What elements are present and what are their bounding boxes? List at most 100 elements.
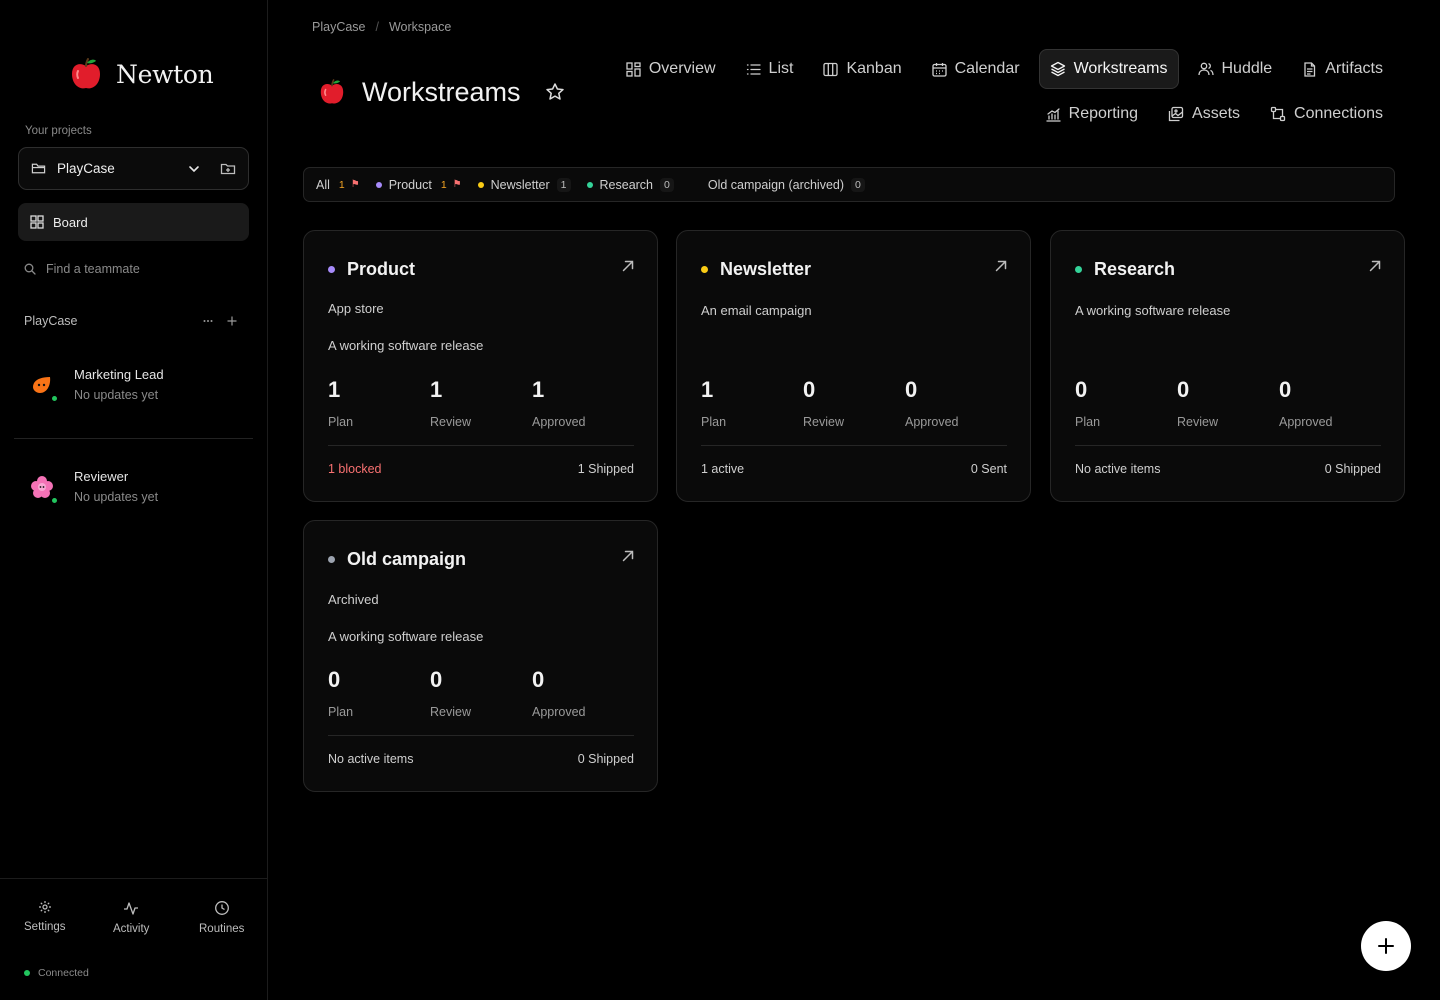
- tab-label: Artifacts: [1325, 60, 1383, 77]
- card-stats: 0 Plan 0 Review 0 Approved: [328, 667, 634, 719]
- star-icon[interactable]: [545, 82, 565, 102]
- workstream-card-research[interactable]: Research A working software release 0 Pla…: [1050, 230, 1405, 502]
- card-footer: 1 active 0 Sent: [701, 462, 1007, 476]
- tab-huddle[interactable]: Huddle: [1187, 49, 1284, 89]
- layers-icon: [1050, 61, 1066, 77]
- card-title: Research: [1075, 259, 1175, 280]
- stat-label: Approved: [905, 415, 959, 429]
- stat-approved: 0 Approved: [532, 667, 634, 719]
- stat-value: 1: [701, 377, 714, 402]
- add-workstream-button[interactable]: [1361, 921, 1411, 971]
- stat-value: 1: [532, 377, 545, 402]
- stat-label: Review: [430, 705, 471, 719]
- filter-chip-research[interactable]: Research 0: [586, 177, 680, 192]
- group-title: PlayCase: [24, 314, 78, 328]
- filter-chip-product[interactable]: Product 1 ⚑: [375, 178, 468, 192]
- tab-label: Workstreams: [1073, 60, 1168, 77]
- find-teammate-input[interactable]: Find a teammate: [24, 262, 140, 276]
- card-footer: No active items 0 Shipped: [1075, 462, 1381, 476]
- color-dot: [1075, 266, 1082, 273]
- open-arrow-icon[interactable]: [994, 259, 1008, 273]
- chevron-down-icon[interactable]: [187, 162, 201, 176]
- project-select[interactable]: PlayCase: [18, 147, 249, 190]
- card-divider: [701, 445, 1007, 446]
- new-folder-icon[interactable]: [220, 161, 236, 177]
- settings-button[interactable]: Settings: [24, 900, 66, 933]
- connection-status-dot: [24, 970, 30, 976]
- open-arrow-icon[interactable]: [1368, 259, 1382, 273]
- workstream-card-old-campaign[interactable]: Old campaign Archived A working software…: [303, 520, 658, 792]
- stat-label: Plan: [701, 415, 727, 429]
- filter-label: All: [316, 177, 330, 192]
- filter-chip-newsletter[interactable]: Newsletter 1: [477, 177, 577, 192]
- tab-artifacts[interactable]: Artifacts: [1291, 49, 1394, 89]
- sidebar-item-board[interactable]: Board: [18, 203, 249, 241]
- card-stats: 0 Plan 0 Review 0 Approved: [1075, 377, 1381, 429]
- more-icon[interactable]: [201, 314, 215, 328]
- stat-value: 0: [430, 667, 443, 692]
- card-description: An email campaign: [701, 303, 812, 318]
- teammate-item[interactable]: Reviewer No updates yet: [30, 469, 158, 504]
- tab-assets[interactable]: Assets: [1157, 94, 1251, 134]
- card-divider: [1075, 445, 1381, 446]
- filter-count: 0: [660, 177, 674, 192]
- tab-calendar[interactable]: Calendar: [921, 49, 1031, 89]
- add-teammate-icon[interactable]: [225, 314, 239, 328]
- tab-workstreams[interactable]: Workstreams: [1038, 49, 1179, 89]
- stat-plan: 1 Plan: [328, 377, 430, 429]
- color-dot: [375, 181, 382, 188]
- card-title: Newsletter: [701, 259, 811, 280]
- page-title-text: Workstreams: [362, 76, 521, 107]
- teammate-status: No updates yet: [74, 490, 159, 504]
- file-icon: [1302, 61, 1317, 77]
- filter-chip-all[interactable]: All 1 ⚑: [316, 178, 366, 192]
- kanban-icon: [823, 62, 839, 77]
- filter-label: Old campaign (archived): [707, 177, 845, 192]
- breadcrumb-item[interactable]: PlayCase: [312, 20, 366, 34]
- card-stats: 1 Plan 0 Review 0 Approved: [701, 377, 1007, 429]
- activity-icon: [123, 900, 139, 916]
- card-footer-left[interactable]: 1 blocked: [328, 462, 382, 476]
- breadcrumb-item[interactable]: Workspace: [389, 20, 451, 34]
- card-tag: Archived: [328, 592, 379, 607]
- stat-value: 0: [328, 667, 341, 692]
- stat-value: 0: [1177, 377, 1190, 402]
- connection-status-label: Connected: [38, 967, 89, 979]
- folder-icon: [31, 161, 46, 176]
- tab-list[interactable]: List: [735, 49, 805, 89]
- workstream-card-product[interactable]: Product App store A working software rel…: [303, 230, 658, 502]
- teammate-group-header: PlayCase: [24, 314, 239, 328]
- tab-connections[interactable]: Connections: [1259, 94, 1394, 134]
- brand-logo[interactable]: Newton: [66, 54, 214, 94]
- activity-button[interactable]: Activity: [113, 900, 149, 935]
- card-title: Product: [328, 259, 415, 280]
- tab-kanban[interactable]: Kanban: [812, 49, 912, 89]
- open-arrow-icon[interactable]: [621, 259, 635, 273]
- list-icon: [746, 62, 761, 77]
- stat-value: 0: [1075, 377, 1088, 402]
- filter-chip-old-campaign[interactable]: Old campaign (archived) 0: [707, 177, 871, 192]
- stat-approved: 0 Approved: [905, 377, 1007, 429]
- apple-icon: [316, 76, 348, 108]
- teammate-status: No updates yet: [74, 388, 159, 402]
- tab-label: Overview: [648, 60, 716, 77]
- tab-overview[interactable]: Overview: [615, 49, 727, 89]
- find-teammate-placeholder: Find a teammate: [46, 262, 140, 276]
- flag-icon: ⚑: [350, 179, 360, 190]
- routines-button[interactable]: Routines: [199, 900, 244, 935]
- stat-review: 0 Review: [430, 667, 532, 719]
- images-icon: [1168, 106, 1184, 122]
- sidebar-divider: [14, 438, 253, 439]
- breadcrumb-separator: /: [375, 20, 379, 34]
- avatar: [30, 373, 58, 402]
- flag-icon: ⚑: [452, 179, 462, 190]
- teammate-item[interactable]: Marketing Lead No updates yet: [30, 367, 164, 402]
- stat-label: Plan: [1075, 415, 1101, 429]
- view-tabs-row-2: Reporting Assets Connections: [1035, 94, 1394, 134]
- tab-reporting[interactable]: Reporting: [1035, 94, 1149, 134]
- search-icon: [24, 263, 36, 275]
- workstream-card-newsletter[interactable]: Newsletter An email campaign 1 Plan 0 Revi…: [676, 230, 1031, 502]
- card-description: A working software release: [328, 629, 484, 644]
- open-arrow-icon[interactable]: [621, 549, 635, 563]
- filter-count: 1: [338, 178, 345, 191]
